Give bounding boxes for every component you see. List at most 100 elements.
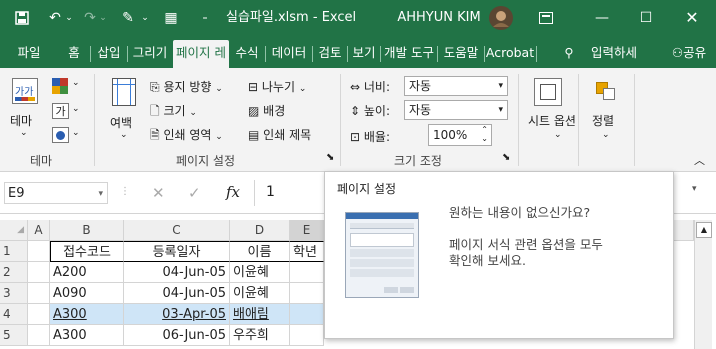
undo-icon[interactable]: ↶ xyxy=(44,0,66,36)
cell-d2[interactable]: 이윤혜 xyxy=(230,262,290,283)
cell-c5[interactable]: 06-Jun-05 xyxy=(124,325,230,346)
tab-home[interactable]: 홈 xyxy=(60,40,88,68)
background-button[interactable]: ▨ 배경 xyxy=(248,102,285,119)
tab-view[interactable]: 보기 xyxy=(348,40,380,68)
cancel-icon[interactable]: ✕ xyxy=(152,184,165,202)
minimize-icon[interactable]: — xyxy=(580,0,624,36)
maximize-icon[interactable]: ☐ xyxy=(624,0,668,36)
cell-c1[interactable]: 등록일자 xyxy=(124,241,230,262)
orientation-button[interactable]: ⎘ 용지 방향 ⌄ xyxy=(150,78,223,95)
app-name: Excel xyxy=(321,10,357,25)
height-select[interactable]: 자동 ▾ xyxy=(404,100,508,120)
width-select[interactable]: 자동 ▾ xyxy=(404,76,508,96)
redo-icon[interactable]: ↷ xyxy=(80,0,100,36)
cell-a3[interactable] xyxy=(28,283,50,304)
tab-file[interactable]: 파일 xyxy=(10,40,48,68)
avatar[interactable] xyxy=(487,0,515,36)
cell-b4[interactable]: A300 xyxy=(50,304,124,325)
share-button[interactable]: ⚇공유 xyxy=(666,40,712,68)
tab-developer[interactable]: 개발 도구 xyxy=(381,40,437,68)
themes-button[interactable]: 가가 테마 ⌄ xyxy=(6,74,44,150)
brush-dropdown-icon[interactable]: ⌄ xyxy=(140,0,150,36)
scroll-up-icon[interactable]: ▲ xyxy=(696,222,712,238)
collapse-ribbon-icon[interactable]: ︿ xyxy=(694,152,705,168)
cell-e5[interactable] xyxy=(290,325,324,346)
tab-insert[interactable]: 삽입 xyxy=(92,40,126,68)
row-header[interactable]: 4 xyxy=(0,304,28,325)
name-box[interactable]: E9 ▾ xyxy=(4,182,108,204)
column-header-d[interactable]: D xyxy=(230,220,290,241)
cell-a4[interactable] xyxy=(28,304,50,325)
tab-formulas[interactable]: 수식 xyxy=(230,40,264,68)
cell-b3[interactable]: A090 xyxy=(50,283,124,304)
lightbulb-icon[interactable]: ⚲ xyxy=(558,40,580,68)
page-setup-dialog-launcher-icon[interactable]: ⬊ xyxy=(326,152,334,163)
cell-b1[interactable]: 접수코드 xyxy=(50,241,124,262)
cell-e4[interactable] xyxy=(290,304,324,325)
arrange-icon xyxy=(594,80,618,102)
chevron-down-icon[interactable]: ▾ xyxy=(98,183,103,205)
customize-toolbar-icon[interactable]: ₌ xyxy=(198,0,212,36)
cell-c2[interactable]: 04-Jun-05 xyxy=(124,262,230,283)
cell-a5[interactable] xyxy=(28,325,50,346)
sheet-options-button[interactable]: 시트 옵션 ⌄ xyxy=(524,74,576,150)
enter-icon[interactable]: ✓ xyxy=(188,184,201,202)
tab-help[interactable]: 도움말 xyxy=(438,40,484,68)
redo-dropdown-icon[interactable]: ⌄ xyxy=(98,0,108,36)
size-button[interactable]: 🗋 크기 ⌄ xyxy=(150,102,197,123)
cell-e2[interactable] xyxy=(290,262,324,283)
select-all-corner[interactable]: ◢ xyxy=(0,220,28,241)
height-label: 높이: xyxy=(363,104,391,118)
cell-b2[interactable]: A200 xyxy=(50,262,124,283)
insert-function-icon[interactable]: fx xyxy=(226,183,240,201)
spinner-arrows-icon[interactable]: ⌃ ⌄ xyxy=(481,125,488,143)
tab-page-layout[interactable]: 페이지 레 xyxy=(173,40,229,68)
print-titles-button[interactable]: ▤ 인쇄 제목 xyxy=(248,126,311,143)
tell-me-input[interactable]: 입력하세 xyxy=(582,40,646,68)
save-icon[interactable] xyxy=(10,0,34,36)
expand-formula-bar-icon[interactable]: ▾ xyxy=(692,184,697,194)
margins-button[interactable]: 여백 ⌄ xyxy=(104,74,144,150)
cell-c3[interactable]: 04-Jun-05 xyxy=(124,283,230,304)
scale-spinner[interactable]: 100% ⌃ ⌄ xyxy=(428,124,492,146)
tab-acrobat[interactable]: Acrobat xyxy=(485,40,535,68)
vertical-scrollbar[interactable]: ▲ xyxy=(694,220,712,349)
table-icon[interactable]: ▦ xyxy=(160,0,182,36)
cell-e1[interactable]: 학년 xyxy=(290,241,324,262)
cell-e3[interactable] xyxy=(290,283,324,304)
user-name[interactable]: AHHYUN KIM xyxy=(393,0,485,36)
tab-data[interactable]: 데이터 xyxy=(266,40,312,68)
column-header-e[interactable]: E xyxy=(290,220,324,241)
column-header-a[interactable]: A xyxy=(28,220,50,241)
row-header[interactable]: 1 xyxy=(0,241,28,262)
breaks-icon: ⊟ xyxy=(248,80,259,94)
ribbon-display-options-icon[interactable] xyxy=(531,0,561,36)
breaks-button[interactable]: ⊟ 나누기 ⌄ xyxy=(248,78,306,95)
undo-dropdown-icon[interactable]: ⌄ xyxy=(64,0,74,36)
orientation-icon: ⎘ xyxy=(150,80,160,94)
cell-a2[interactable] xyxy=(28,262,50,283)
arrange-button[interactable]: 정렬 ⌄ xyxy=(584,74,628,150)
theme-effects-icon[interactable]: ⌄ xyxy=(50,126,80,146)
cell-d5[interactable]: 우주희 xyxy=(230,325,290,346)
theme-fonts-icon[interactable]: 가 ⌄ xyxy=(50,102,80,122)
print-area-button[interactable]: 🗎 인쇄 영역 ⌄ xyxy=(150,126,223,147)
cell-d4[interactable]: 배애림 xyxy=(230,304,290,325)
row-header[interactable]: 2 xyxy=(0,262,28,283)
cell-d1[interactable]: 이름 xyxy=(230,241,290,262)
close-icon[interactable]: ✕ xyxy=(670,0,714,36)
row-header[interactable]: 3 xyxy=(0,283,28,304)
theme-colors-icon[interactable]: ⌄ xyxy=(50,76,80,96)
tab-review[interactable]: 검토 xyxy=(313,40,347,68)
column-header-c[interactable]: C xyxy=(124,220,230,241)
row-header[interactable]: 5 xyxy=(0,325,28,346)
cell-a1[interactable] xyxy=(28,241,50,262)
scale-dialog-launcher-icon[interactable]: ⬊ xyxy=(502,152,510,163)
cell-d3[interactable]: 이윤혜 xyxy=(230,283,290,304)
column-header-b[interactable]: B xyxy=(50,220,124,241)
brush-icon[interactable]: ✎ xyxy=(118,0,138,36)
formula-input[interactable]: 1 xyxy=(266,184,275,200)
tab-draw[interactable]: 그리기 xyxy=(129,40,171,68)
cell-c4[interactable]: 03-Apr-05 xyxy=(124,304,230,325)
cell-b5[interactable]: A300 xyxy=(50,325,124,346)
